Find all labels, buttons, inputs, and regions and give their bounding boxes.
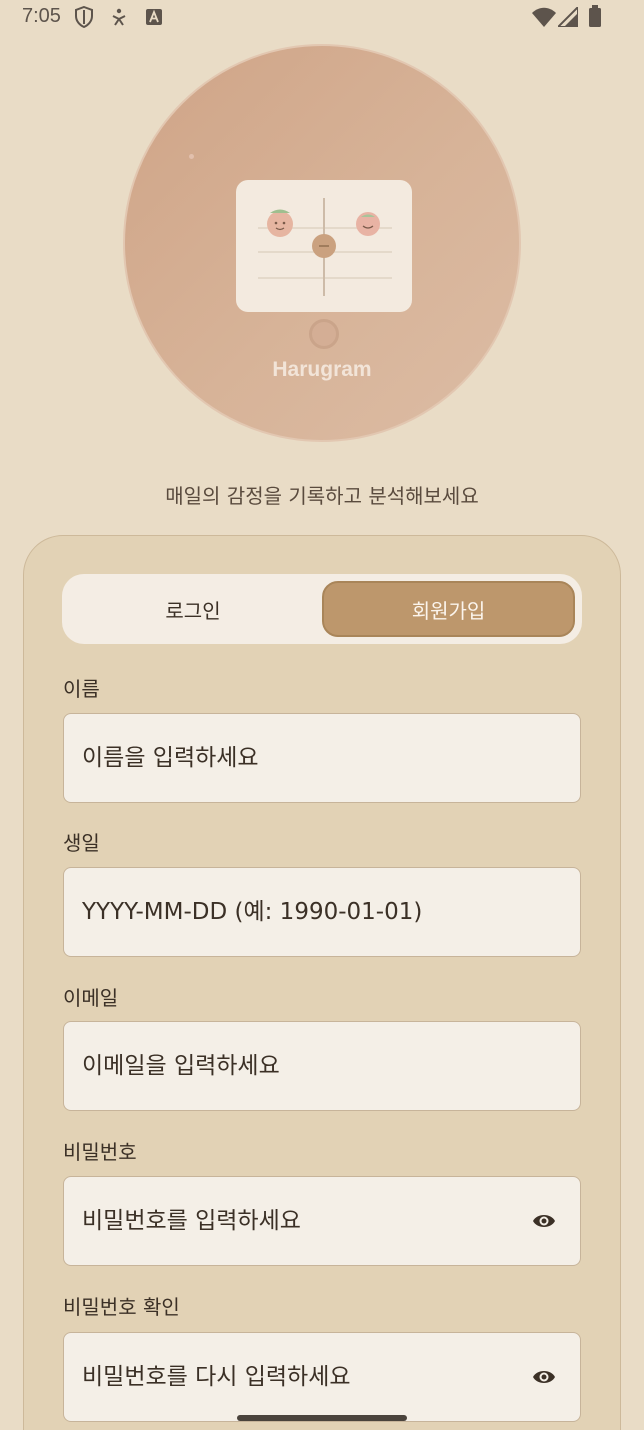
name-input[interactable] xyxy=(82,714,502,802)
password-label: 비밀번호 xyxy=(63,1140,137,1164)
password-confirm-label: 비밀번호 확인 xyxy=(63,1295,180,1319)
email-field[interactable] xyxy=(63,1021,581,1111)
status-time: 7:05 xyxy=(22,5,61,27)
sparkle-decoration xyxy=(189,154,194,159)
birthday-field[interactable] xyxy=(63,867,581,957)
name-label: 이름 xyxy=(63,677,100,701)
password-field[interactable] xyxy=(63,1176,581,1266)
app-name: Harugram xyxy=(272,358,372,381)
email-label: 이메일 xyxy=(63,986,119,1010)
birthday-label: 생일 xyxy=(63,831,100,855)
accessibility-icon xyxy=(110,8,128,30)
password-confirm-field[interactable] xyxy=(63,1332,581,1422)
signal-icon xyxy=(555,4,579,31)
status-bar: 7:05 xyxy=(0,0,644,34)
home-indicator[interactable] xyxy=(237,1415,407,1421)
logo-dot-decoration xyxy=(309,319,339,349)
tab-signup[interactable]: 회원가입 xyxy=(322,581,575,637)
wifi-icon xyxy=(532,7,556,31)
tagline: 매일의 감정을 기록하고 분석해보세요 xyxy=(165,484,479,508)
eye-icon[interactable] xyxy=(532,1211,556,1231)
tab-login[interactable]: 로그인 xyxy=(68,581,318,637)
name-field[interactable] xyxy=(63,713,581,803)
text-a-icon xyxy=(145,8,163,30)
eye-icon[interactable] xyxy=(532,1367,556,1387)
birthday-input[interactable] xyxy=(82,868,502,956)
email-input[interactable] xyxy=(82,1022,502,1110)
app-logo-circle: Harugram xyxy=(123,44,521,442)
shield-icon xyxy=(74,5,94,32)
password-confirm-input[interactable] xyxy=(82,1333,502,1421)
auth-tabs: 로그인 회원가입 xyxy=(62,574,582,644)
emotion-chart-illustration xyxy=(236,180,412,312)
battery-icon xyxy=(588,5,602,31)
password-input[interactable] xyxy=(82,1177,502,1265)
